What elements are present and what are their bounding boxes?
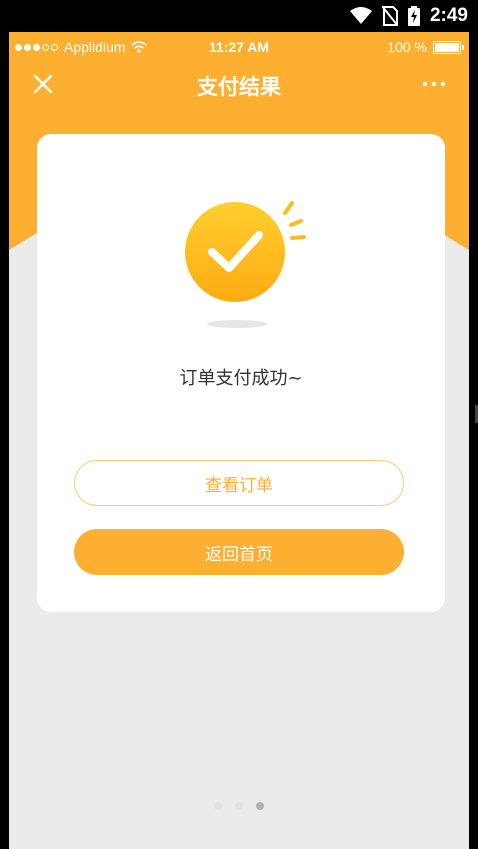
- android-status-bar: 2:49: [0, 0, 478, 32]
- system-time: 2:49: [429, 5, 468, 26]
- icon-shadow: [207, 320, 267, 328]
- battery-percent: 100 %: [387, 39, 427, 55]
- system-icons: 2:49: [349, 0, 468, 32]
- page-title: 支付结果: [197, 75, 281, 99]
- navbar: 支付结果: [9, 62, 469, 106]
- battery-info: 100 %: [387, 39, 464, 55]
- no-sim-icon: [381, 6, 398, 26]
- wifi-icon: [349, 7, 372, 24]
- back-home-button[interactable]: 返回首页: [74, 529, 404, 575]
- view-order-button[interactable]: 查看订单: [74, 460, 404, 506]
- page-indicator: [9, 802, 469, 810]
- app-screen: Applidium 11:27 AM 100 % 支付结果 订单支付成功~ 查看…: [9, 32, 469, 849]
- success-check-icon: [185, 201, 306, 302]
- page-dot[interactable]: [214, 802, 222, 810]
- result-card: 订单支付成功~ 查看订单 返回首页: [37, 134, 445, 612]
- battery-icon: [433, 40, 464, 54]
- battery-charging-icon: [407, 6, 420, 26]
- more-icon[interactable]: [419, 70, 449, 98]
- page-dot-active[interactable]: [256, 802, 264, 810]
- page-dot[interactable]: [235, 802, 243, 810]
- ios-status-bar: Applidium 11:27 AM 100 %: [9, 32, 469, 62]
- success-message: 订单支付成功~: [179, 368, 303, 389]
